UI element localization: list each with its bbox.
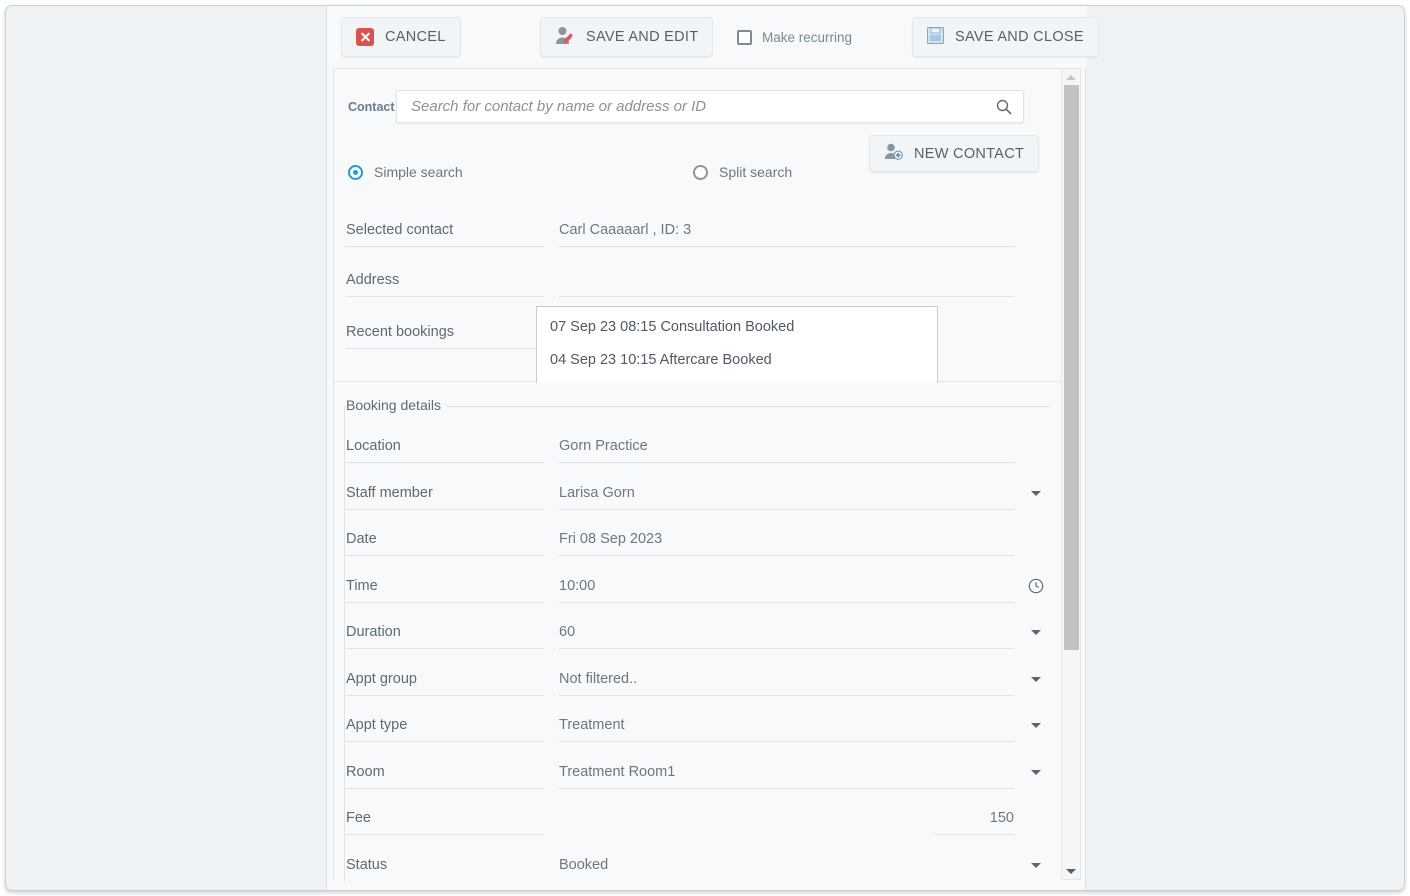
appt-type-label: Appt type <box>346 710 544 742</box>
address-value[interactable] <box>559 265 1014 297</box>
field-staff-member: Staff member Larisa Gorn <box>346 478 1046 511</box>
chevron-down-icon[interactable] <box>1031 677 1041 682</box>
field-address: Address <box>346 265 1046 298</box>
app-window: CANCEL SAVE AND EDIT Make recurring SAVE… <box>5 5 1405 891</box>
fieldset-top-border <box>344 406 1050 407</box>
cancel-button-label: CANCEL <box>385 29 446 45</box>
selected-contact-value: Carl Caaaaarl , ID: 3 <box>559 215 1014 247</box>
booking-details-panel: Booking details Location Gorn Practice S… <box>334 383 1062 881</box>
radio-unselected-icon <box>693 164 708 180</box>
appt-type-value[interactable]: Treatment <box>559 710 1014 742</box>
dialog-toolbar: CANCEL SAVE AND EDIT Make recurring SAVE… <box>327 6 1099 68</box>
time-value[interactable]: 10:00 <box>559 571 1014 603</box>
radio-simple-search[interactable]: Simple search <box>348 164 463 180</box>
make-recurring-checkbox[interactable]: Make recurring <box>737 29 853 45</box>
fee-label: Fee <box>346 803 544 835</box>
contact-field-label: Contact <box>348 100 395 114</box>
location-label: Location <box>346 431 544 463</box>
address-label: Address <box>346 265 544 297</box>
radio-selected-icon <box>348 164 363 180</box>
radio-split-search-label: Split search <box>719 164 793 180</box>
recent-bookings-label: Recent bookings <box>346 317 544 349</box>
staff-member-label: Staff member <box>346 478 544 510</box>
selected-contact-label: Selected contact <box>346 215 544 247</box>
room-value[interactable]: Treatment Room1 <box>559 757 1014 789</box>
cancel-button[interactable]: CANCEL <box>341 17 461 57</box>
field-selected-contact: Selected contact Carl Caaaaarl , ID: 3 <box>346 215 1046 248</box>
checkbox-box-icon <box>737 29 752 45</box>
dialog-content: Contact Search for contact by name or ad… <box>334 69 1062 881</box>
dialog-scroll-area: Contact Search for contact by name or ad… <box>333 68 1081 881</box>
chevron-down-icon[interactable] <box>1031 770 1041 775</box>
booking-details-legend: Booking details <box>346 397 447 413</box>
radio-simple-search-label: Simple search <box>374 164 463 180</box>
new-contact-button-label: NEW CONTACT <box>914 145 1025 162</box>
save-and-edit-button[interactable]: SAVE AND EDIT <box>540 17 714 57</box>
status-label: Status <box>346 850 544 881</box>
list-item[interactable]: 04 Sep 23 10:15 Aftercare Booked <box>537 344 937 377</box>
make-recurring-label: Make recurring <box>762 29 853 45</box>
new-contact-button[interactable]: NEW CONTACT <box>869 135 1040 172</box>
chevron-down-icon[interactable] <box>1031 491 1041 496</box>
field-room: Room Treatment Room1 <box>346 757 1046 790</box>
save-and-close-button[interactable]: SAVE AND CLOSE <box>912 17 1099 57</box>
field-time: Time 10:00 <box>346 571 1046 604</box>
save-and-close-button-label: SAVE AND CLOSE <box>955 29 1084 45</box>
date-label: Date <box>346 524 544 556</box>
recent-bookings-list[interactable]: 07 Sep 23 08:15 Consultation Booked 04 S… <box>536 306 938 389</box>
fee-value[interactable]: 150 <box>934 803 1014 835</box>
chevron-down-icon <box>1066 868 1076 874</box>
fieldset-left-border <box>344 406 345 881</box>
chevron-up-icon <box>1066 74 1076 80</box>
chevron-down-icon[interactable] <box>1031 723 1041 728</box>
staff-member-value[interactable]: Larisa Gorn <box>559 478 1014 510</box>
appt-group-value[interactable]: Not filtered.. <box>559 664 1014 696</box>
cancel-x-icon <box>356 28 374 46</box>
status-value[interactable]: Booked <box>559 850 1014 881</box>
booking-dialog: CANCEL SAVE AND EDIT Make recurring SAVE… <box>326 6 1099 890</box>
field-status: Status Booked <box>346 850 1046 881</box>
field-duration: Duration 60 <box>346 617 1046 650</box>
save-and-edit-button-label: SAVE AND EDIT <box>586 29 699 45</box>
scroll-down-arrow[interactable] <box>1062 863 1080 879</box>
duration-value[interactable]: 60 <box>559 617 1014 649</box>
chevron-down-icon[interactable] <box>1031 863 1041 868</box>
field-appt-type: Appt type Treatment <box>346 710 1046 743</box>
field-location: Location Gorn Practice <box>346 431 1046 464</box>
field-fee: Fee 150 <box>346 803 1046 836</box>
field-date: Date Fri 08 Sep 2023 <box>346 524 1046 557</box>
scrollbar-thumb[interactable] <box>1064 85 1079 650</box>
field-appt-group: Appt group Not filtered.. <box>346 664 1046 697</box>
user-add-icon <box>884 143 903 164</box>
time-label: Time <box>346 571 544 603</box>
room-label: Room <box>346 757 544 789</box>
chevron-down-icon[interactable] <box>1031 630 1041 635</box>
clock-icon[interactable] <box>1028 578 1044 594</box>
appt-group-label: Appt group <box>346 664 544 696</box>
user-edit-icon <box>555 26 575 49</box>
scroll-up-arrow[interactable] <box>1062 69 1080 85</box>
floppy-disk-icon <box>927 26 944 48</box>
contact-panel: Contact Search for contact by name or ad… <box>334 69 1062 389</box>
list-item[interactable]: 07 Sep 23 08:15 Consultation Booked <box>537 311 937 344</box>
vertical-scrollbar[interactable] <box>1061 69 1080 879</box>
radio-split-search[interactable]: Split search <box>693 164 792 180</box>
date-value[interactable]: Fri 08 Sep 2023 <box>559 524 1014 556</box>
contact-search-box[interactable] <box>396 90 1024 123</box>
search-icon[interactable] <box>996 99 1012 115</box>
location-value[interactable]: Gorn Practice <box>559 431 1014 463</box>
contact-search-input[interactable] <box>409 91 979 122</box>
duration-label: Duration <box>346 617 544 649</box>
